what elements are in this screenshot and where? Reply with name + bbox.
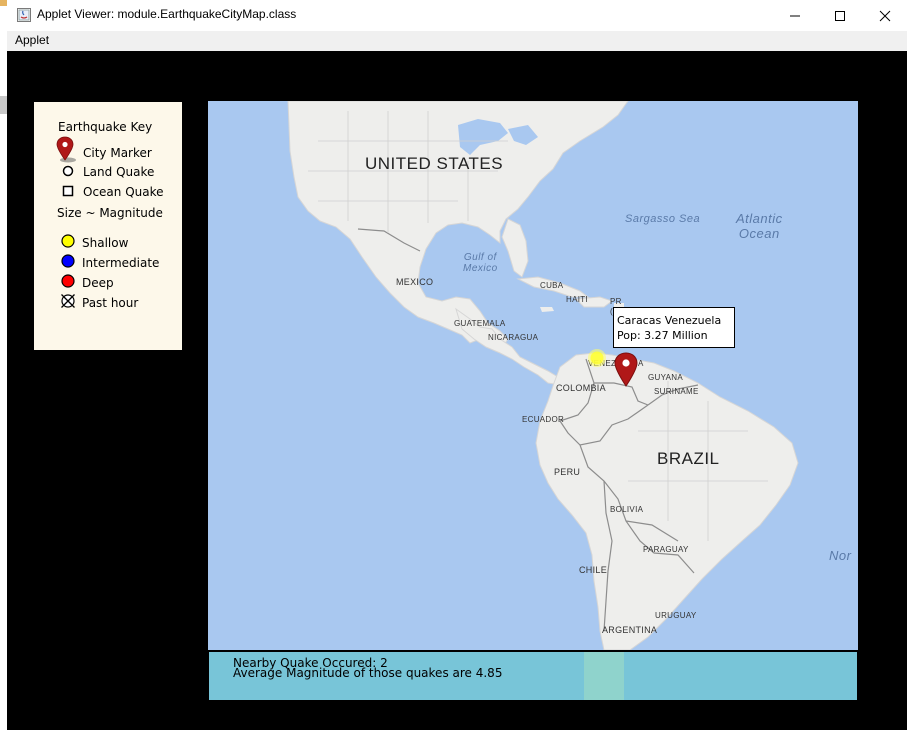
tooltip-population: Pop: 3.27 Million xyxy=(617,329,708,342)
applet-window: Applet Viewer: module.EarthquakeCityMap.… xyxy=(0,0,910,730)
average-magnitude: Average Magnitude of those quakes are 4.… xyxy=(233,666,503,680)
close-button[interactable] xyxy=(862,0,908,31)
map-label-argentina: ARGENTINA xyxy=(602,625,658,635)
minimize-button[interactable] xyxy=(772,0,818,31)
deep-color-icon xyxy=(61,274,75,288)
legend-past-hour-label: Past hour xyxy=(82,296,139,310)
map-label-cuba: CUBA xyxy=(540,281,564,290)
ocean-quake-icon xyxy=(62,185,74,197)
map-label-bolivia: BOLIVIA xyxy=(610,505,644,514)
land-quake-icon xyxy=(62,165,74,177)
map-label-peru: PERU xyxy=(554,467,581,477)
map-label-haiti: HAITI xyxy=(566,295,588,304)
legend-shallow-label: Shallow xyxy=(82,236,129,250)
nearby-quake-info-panel: Nearby Quake Occured: 2 Average Magnitud… xyxy=(209,651,857,700)
map-label-guyana: GUYANA xyxy=(648,373,683,382)
city-tooltip: Caracas Venezuela Pop: 3.27 Million xyxy=(613,307,735,348)
legend-city-marker-label: City Marker xyxy=(83,146,152,160)
legend-ocean-quake-label: Ocean Quake xyxy=(83,185,164,199)
desktop-edge-accent xyxy=(0,0,7,6)
map-label-sargasso-sea: Sargasso Sea xyxy=(625,213,701,225)
desktop-edge-mark xyxy=(0,96,7,114)
close-icon xyxy=(879,10,891,21)
shallow-color-icon xyxy=(61,234,75,248)
legend-land-quake-label: Land Quake xyxy=(83,165,155,179)
java-app-icon xyxy=(17,8,31,22)
map-terrain xyxy=(208,101,858,650)
tooltip-city-name: Caracas Venezuela xyxy=(617,314,722,327)
menu-applet[interactable]: Applet xyxy=(15,33,49,47)
map-label-guatemala: GUATEMALA xyxy=(454,319,506,328)
map-label-suriname: SURINAME xyxy=(654,387,699,396)
caracas-city-marker[interactable] xyxy=(613,351,647,391)
map-label-brazil: BRAZIL xyxy=(657,449,720,468)
desktop-edge xyxy=(0,0,7,730)
map-label-paraguay: PARAGUAY xyxy=(643,545,689,554)
map-label-atlantic-ocean: Atlantic Ocean xyxy=(736,211,783,241)
map-label-nicaragua: NICARAGUA xyxy=(488,333,539,342)
maximize-icon xyxy=(835,10,845,21)
earthquake-key-legend: Earthquake Key City Marker Land Quake Oc… xyxy=(34,102,182,350)
window-title: Applet Viewer: module.EarthquakeCityMap.… xyxy=(37,7,297,21)
map-label-gulf-of-mexico: Gulf of Mexico xyxy=(463,252,498,274)
map-label-colombia: COLOMBIA xyxy=(556,383,606,393)
legend-size-note: Size ~ Magnitude xyxy=(57,206,163,220)
map-label-mexico: MEXICO xyxy=(396,277,434,287)
past-hour-icon xyxy=(61,294,75,308)
map-label-chile: CHILE xyxy=(579,565,608,575)
map-label-united-states: UNITED STATES xyxy=(365,154,504,173)
map-label-ecuador: ECUADOR xyxy=(522,415,565,424)
shallow-quake-marker[interactable] xyxy=(586,347,608,369)
legend-deep-label: Deep xyxy=(82,276,114,290)
map-label-north-atlantic: Nor xyxy=(829,548,852,563)
legend-title: Earthquake Key xyxy=(58,120,153,134)
city-marker-icon xyxy=(56,136,76,163)
map-label-uruguay: URUGUAY xyxy=(655,611,697,620)
earthquake-map[interactable]: UNITED STATES MEXICO Gulf of Mexico Sarg… xyxy=(208,101,858,650)
minimize-icon xyxy=(790,15,800,16)
legend-intermediate-label: Intermediate xyxy=(82,256,160,270)
maximize-button[interactable] xyxy=(817,0,863,31)
menu-bar: Applet xyxy=(7,31,907,51)
intermediate-color-icon xyxy=(61,254,75,268)
title-bar[interactable]: Applet Viewer: module.EarthquakeCityMap.… xyxy=(0,0,910,31)
info-panel-land-strip xyxy=(584,652,624,700)
